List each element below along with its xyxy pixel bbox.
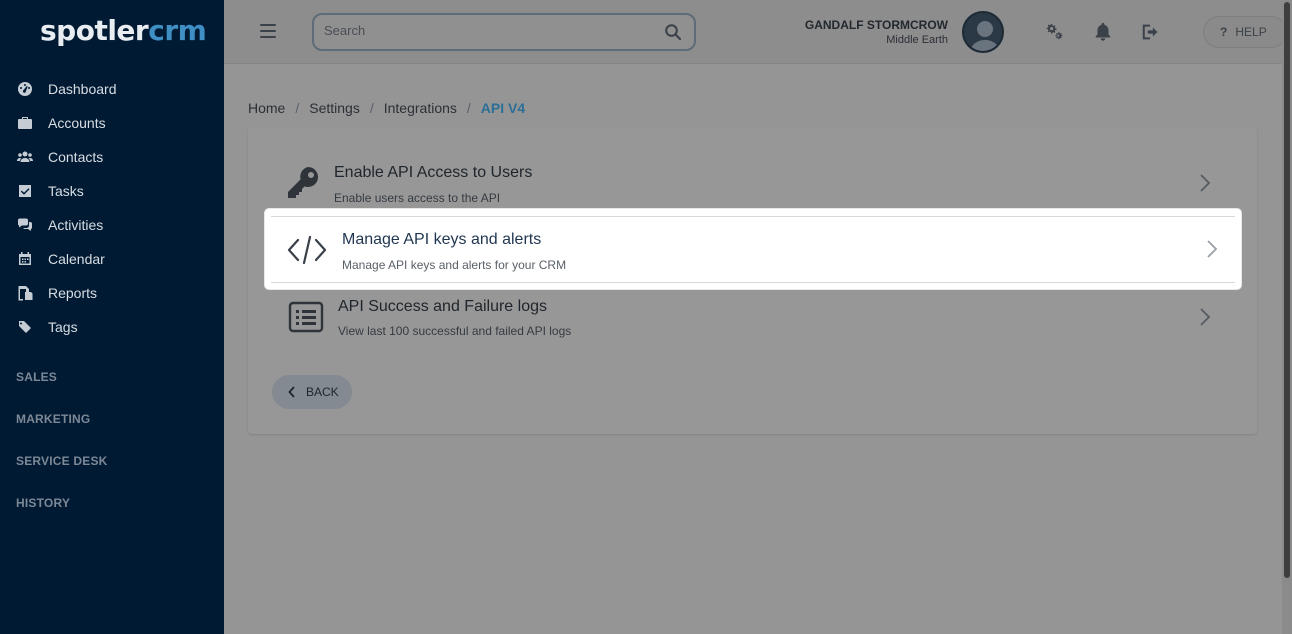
sidebar-item-contacts[interactable]: Contacts xyxy=(0,140,224,174)
api-options-card: Enable API Access to Users Enable users … xyxy=(248,127,1257,434)
search-input[interactable] xyxy=(324,23,644,38)
copy-icon xyxy=(16,284,34,302)
sidebar-item-reports[interactable]: Reports xyxy=(0,276,224,310)
option-title: API Success and Failure logs xyxy=(338,298,547,316)
option-subtitle: Manage API keys and alerts for your CRM xyxy=(342,258,566,272)
breadcrumb-integrations[interactable]: Integrations xyxy=(384,100,457,116)
question-icon: ? xyxy=(1220,25,1227,39)
sidebar: spotlercrm Dashboard Accounts Contacts T… xyxy=(0,0,224,634)
list-icon xyxy=(288,301,324,333)
key-icon xyxy=(286,165,320,199)
user-name: GANDALF STORMCROW xyxy=(805,18,948,32)
option-title: Enable API Access to Users xyxy=(334,164,532,182)
option-subtitle: Enable users access to the API xyxy=(334,191,500,205)
topbar: GANDALF STORMCROW Middle Earth ? HELP xyxy=(224,0,1282,64)
sidebar-item-label: Calendar xyxy=(48,251,105,267)
option-api-logs[interactable]: API Success and Failure logs View last 1… xyxy=(272,287,1233,347)
settings-gears-icon[interactable] xyxy=(1042,20,1066,44)
breadcrumb-current: API V4 xyxy=(481,100,525,116)
chevron-right-icon xyxy=(1206,239,1218,259)
section-sales[interactable]: SALES xyxy=(16,370,57,384)
brand-logo[interactable]: spotlercrm xyxy=(40,14,206,47)
option-enable-api-access[interactable]: Enable API Access to Users Enable users … xyxy=(272,151,1233,211)
sidebar-item-label: Dashboard xyxy=(48,81,117,97)
comments-icon xyxy=(16,216,34,234)
help-label: HELP xyxy=(1235,25,1266,39)
dashboard-icon xyxy=(16,80,34,98)
back-label: BACK xyxy=(306,385,339,399)
chevron-right-icon xyxy=(1199,307,1211,327)
section-history[interactable]: HISTORY xyxy=(16,496,70,510)
user-location: Middle Earth xyxy=(886,34,948,46)
sidebar-item-accounts[interactable]: Accounts xyxy=(0,106,224,140)
tags-icon xyxy=(16,318,34,336)
sidebar-nav: Dashboard Accounts Contacts Tasks Activi… xyxy=(0,72,224,344)
user-avatar-icon xyxy=(964,13,1004,53)
sidebar-item-dashboard[interactable]: Dashboard xyxy=(0,72,224,106)
calendar-icon xyxy=(16,250,34,268)
divider xyxy=(271,282,1235,283)
chevron-left-icon xyxy=(288,386,296,398)
checkbox-icon xyxy=(16,182,34,200)
sidebar-item-tasks[interactable]: Tasks xyxy=(0,174,224,208)
breadcrumb-home[interactable]: Home xyxy=(248,100,285,116)
option-title: Manage API keys and alerts xyxy=(342,231,541,249)
bell-icon[interactable] xyxy=(1091,20,1115,44)
code-icon xyxy=(287,235,327,265)
breadcrumb: Home / Settings / Integrations / API V4 xyxy=(248,100,525,116)
scrollbar-thumb[interactable] xyxy=(1284,2,1290,578)
chevron-right-icon xyxy=(1199,173,1211,193)
breadcrumb-separator: / xyxy=(370,100,374,116)
back-button[interactable]: BACK xyxy=(272,375,352,409)
help-button[interactable]: ? HELP xyxy=(1203,16,1287,48)
search-box xyxy=(312,13,696,51)
section-service-desk[interactable]: SERVICE DESK xyxy=(16,454,108,468)
sidebar-item-label: Activities xyxy=(48,217,103,233)
sidebar-item-label: Accounts xyxy=(48,115,106,131)
sidebar-item-label: Contacts xyxy=(48,149,103,165)
sidebar-item-label: Tags xyxy=(48,319,78,335)
breadcrumb-settings[interactable]: Settings xyxy=(309,100,360,116)
logout-icon[interactable] xyxy=(1139,20,1163,44)
users-icon xyxy=(16,148,34,166)
sidebar-item-label: Tasks xyxy=(48,183,84,199)
breadcrumb-separator: / xyxy=(295,100,299,116)
sidebar-item-tags[interactable]: Tags xyxy=(0,310,224,344)
option-subtitle: View last 100 successful and failed API … xyxy=(338,324,571,338)
hamburger-menu-icon[interactable] xyxy=(260,24,276,38)
sidebar-item-activities[interactable]: Activities xyxy=(0,208,224,242)
sidebar-item-calendar[interactable]: Calendar xyxy=(0,242,224,276)
sidebar-item-label: Reports xyxy=(48,285,97,301)
divider xyxy=(271,216,1235,217)
breadcrumb-separator: / xyxy=(467,100,471,116)
search-icon[interactable] xyxy=(664,23,682,41)
section-marketing[interactable]: MARKETING xyxy=(16,412,90,426)
avatar[interactable] xyxy=(962,11,1004,53)
briefcase-icon xyxy=(16,114,34,132)
option-manage-api-keys[interactable]: Manage API keys and alerts Manage API ke… xyxy=(265,209,1241,289)
